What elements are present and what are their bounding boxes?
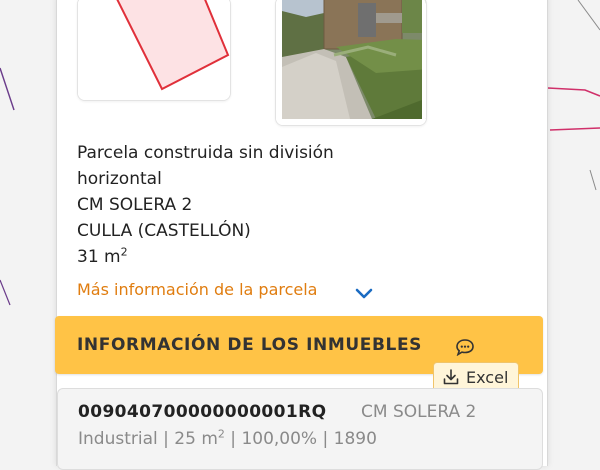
chevron-down-icon[interactable] (355, 288, 373, 300)
parcel-address: CM SOLERA 2 (77, 195, 193, 215)
separator: | (157, 429, 175, 449)
property-participation: 100,00% (241, 429, 318, 449)
separator: | (317, 429, 334, 449)
excel-export-label: Excel (466, 368, 509, 387)
facade-photo-thumbnail[interactable] (275, 0, 427, 126)
parcel-plan-drawing (78, 0, 230, 100)
property-year: 1890 (333, 429, 377, 449)
parcel-summary: Parcela construida sin división horizont… (77, 140, 334, 270)
parcel-municipality: CULLA (CASTELLÓN) (77, 221, 251, 241)
parcel-area: 31 m2 (77, 244, 334, 270)
chat-bubble-icon[interactable] (455, 338, 475, 356)
parcel-area-unit: 2 (120, 245, 128, 259)
parcel-area-value: 31 m (77, 247, 121, 267)
parcel-type-line2: horizontal (77, 169, 162, 189)
download-icon (443, 369, 459, 385)
separator: | (224, 429, 242, 449)
property-use: Industrial (78, 429, 158, 449)
properties-section-title: INFORMACIÓN DE LOS INMUEBLES (77, 335, 422, 355)
property-area: 25 m (174, 429, 218, 449)
property-list-item[interactable]: 009040700000000001RQ CM SOLERA 2 Industr… (57, 388, 543, 470)
parcel-info-panel: Parcela construida sin división horizont… (55, 0, 548, 470)
facade-photo (276, 0, 426, 125)
property-cadastral-reference[interactable]: 009040700000000001RQ (78, 402, 326, 422)
parcel-plan-thumbnail[interactable] (77, 0, 231, 101)
property-address: CM SOLERA 2 (361, 402, 477, 422)
property-details: Industrial | 25 m2 | 100,00% | 1890 (78, 427, 377, 449)
more-parcel-info-link[interactable]: Más información de la parcela (77, 280, 317, 299)
property-area-unit: 2 (217, 427, 225, 441)
parcel-type-line1: Parcela construida sin división (77, 143, 334, 163)
